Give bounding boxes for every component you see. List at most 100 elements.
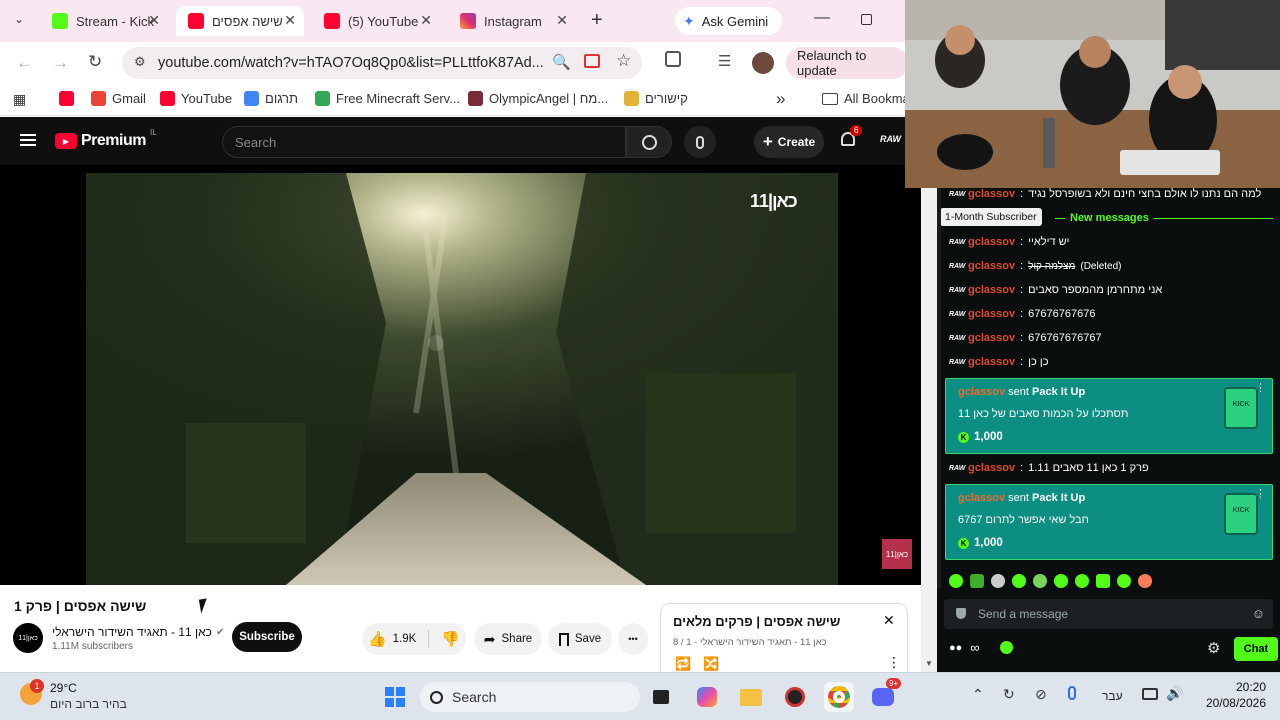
scrollbar[interactable]: ▼ (921, 117, 937, 672)
new-tab-button[interactable]: + (591, 9, 603, 32)
chat-username[interactable]: gclassov (968, 356, 1015, 368)
create-button[interactable]: + Create (754, 126, 824, 158)
gift-sender[interactable]: gclassov (958, 492, 1005, 504)
zoom-icon[interactable]: 🔍 (552, 53, 571, 71)
chat-settings-icon[interactable]: ⚙ (1207, 639, 1220, 657)
weather-widget[interactable]: 1 29°C בהיר ברוב היום (20, 679, 140, 715)
emote-icon[interactable] (991, 574, 1005, 588)
back-icon[interactable]: ← (16, 53, 33, 73)
file-explorer-icon[interactable] (736, 682, 766, 712)
chat-message[interactable]: RAW gclassov: יש דילאיי (949, 236, 1070, 248)
gift-card[interactable]: gclassov sent Pack It Up תסתכלו על הכמות… (945, 378, 1273, 454)
apps-grid-icon[interactable]: ▦ (13, 91, 26, 108)
tray-chevron-icon[interactable]: ⌃ (972, 686, 984, 703)
infinity-icon[interactable]: ∞ (970, 640, 979, 655)
emoji-icon[interactable]: ☺ (1252, 606, 1265, 621)
tray-network-off-icon[interactable]: ⊘ (1035, 686, 1047, 703)
task-view-icon[interactable] (646, 682, 676, 712)
more-bookmarks-button[interactable]: » (776, 89, 785, 109)
more-actions-button[interactable]: ••• (618, 623, 648, 655)
chat-message[interactable]: RAW gclassov: כן כן (949, 356, 1048, 368)
tab-search-chevron-icon[interactable]: ⌄ (14, 12, 24, 26)
chat-scrollbar[interactable] (937, 188, 941, 588)
site-info-icon[interactable]: ⚙ (134, 54, 146, 70)
bookmark-item[interactable]: קישורים (624, 91, 688, 106)
emote-icon[interactable] (949, 574, 963, 588)
playlist-title[interactable]: שישה אפסים | פרקים מלאים (673, 614, 840, 629)
chat-message[interactable]: RAW gclassov:676767676767 (949, 332, 1102, 344)
app-icon[interactable] (780, 682, 810, 712)
chat-message[interactable]: RAW gclassov:67676767676 (949, 308, 1095, 320)
chat-message[interactable]: RAW gclassov: למה הם נתנו לו אולם בחצי ח… (949, 188, 1261, 200)
search-button[interactable] (626, 126, 672, 158)
search-input[interactable]: Search (222, 126, 626, 158)
relaunch-button[interactable]: Relaunch to update (786, 47, 905, 79)
emote-icon[interactable] (1012, 574, 1026, 588)
scroll-down-arrow[interactable]: ▼ (925, 659, 933, 668)
chat-username[interactable]: gclassov (968, 462, 1015, 474)
loop-icon[interactable]: 🔁 (675, 656, 691, 672)
voice-search-button[interactable] (684, 126, 716, 158)
clock[interactable]: 20:20 20/08/2026 (1200, 680, 1266, 710)
bookmark-item[interactable] (59, 91, 80, 106)
tab-youtube-home[interactable]: (5) YouTube ✕ (312, 6, 440, 36)
share-button[interactable]: ➦ Share (474, 623, 542, 655)
chat-username[interactable]: gclassov (968, 332, 1015, 344)
account-avatar[interactable]: RAW (880, 134, 901, 144)
tab-kick[interactable]: Stream - Kick ✕ (40, 6, 168, 36)
video-player[interactable]: כאן|11 כאן|11 (0, 165, 921, 585)
tray-sync-icon[interactable]: ↻ (1003, 686, 1015, 703)
menu-icon[interactable] (20, 134, 36, 146)
notifications-button[interactable]: 6 (840, 125, 863, 150)
bookmark-item[interactable]: OlympicAngel | מח... (468, 91, 608, 106)
chat-username[interactable]: gclassov (968, 188, 1015, 200)
start-button[interactable] (380, 682, 410, 712)
save-button[interactable]: Save (548, 623, 612, 655)
playlist-menu-icon[interactable]: ⋮ (887, 654, 901, 671)
tray-volume-icon[interactable]: 🔊 (1166, 685, 1183, 702)
close-icon[interactable]: ✕ (148, 12, 160, 29)
chat-send-button[interactable]: Chat (1234, 637, 1278, 661)
chat-message[interactable]: RAW gclassov: מצלמה קול (Deleted) (949, 260, 1122, 272)
emote-icon[interactable] (1054, 574, 1068, 588)
bookmark-item[interactable]: Gmail (91, 91, 146, 106)
shuffle-icon[interactable]: 🔀 (703, 656, 719, 672)
playlist-close-button[interactable]: ✕ (883, 612, 895, 629)
kick-icon[interactable] (999, 641, 1013, 654)
close-icon[interactable]: ✕ (284, 12, 296, 29)
emote-icon[interactable] (1138, 574, 1152, 588)
all-bookmarks-button[interactable]: All Bookma (822, 91, 905, 106)
gift-menu-icon[interactable]: ⋮ (1255, 381, 1266, 394)
gift-card[interactable]: gclassov sent Pack It Up חבל שאי אפשר לת… (945, 484, 1273, 560)
channel-corner-logo[interactable]: כאן|11 (882, 539, 912, 569)
forward-icon[interactable]: → (52, 53, 69, 73)
maximize-button[interactable] (861, 14, 872, 25)
bookmark-item[interactable]: תרגום (244, 91, 298, 106)
bookmark-item[interactable]: Free Minecraft Serv... (315, 91, 460, 106)
close-icon[interactable]: ✕ (556, 12, 568, 29)
channel-name[interactable]: כאן 11 - תאגיד השידור הישראלי ✔ (52, 625, 224, 639)
emote-icon[interactable] (1033, 574, 1047, 588)
emote-icon[interactable] (970, 574, 984, 588)
bookmark-star-icon[interactable]: ☆ (616, 51, 631, 71)
chat-username[interactable]: gclassov (968, 284, 1015, 296)
discord-icon[interactable]: 9+ (868, 678, 902, 712)
emote-icon[interactable] (1096, 574, 1110, 588)
tab-instagram[interactable]: Instagram ✕ (448, 6, 576, 36)
taskbar-search[interactable]: Search (420, 682, 640, 712)
chat-username[interactable]: gclassov (968, 236, 1015, 248)
reload-icon[interactable]: ↻ (88, 52, 102, 72)
cast-icon[interactable] (584, 54, 600, 68)
chat-message[interactable]: RAW gclassov: פרק 1 כאן 11 סאבים 1.11 (949, 462, 1149, 474)
tray-mic-icon[interactable] (1068, 686, 1076, 700)
minimize-button[interactable]: — (814, 9, 830, 27)
chat-username[interactable]: gclassov (968, 308, 1015, 320)
video-frame[interactable]: כאן|11 (86, 173, 838, 585)
close-icon[interactable]: ✕ (420, 12, 432, 29)
copilot-icon[interactable] (692, 682, 722, 712)
profile-avatar[interactable] (752, 52, 774, 74)
emote-icon[interactable] (1117, 574, 1131, 588)
emote-icon[interactable] (1075, 574, 1089, 588)
channel-avatar[interactable]: כאן|11 (13, 623, 43, 653)
input-language[interactable]: עבר (1102, 689, 1123, 703)
